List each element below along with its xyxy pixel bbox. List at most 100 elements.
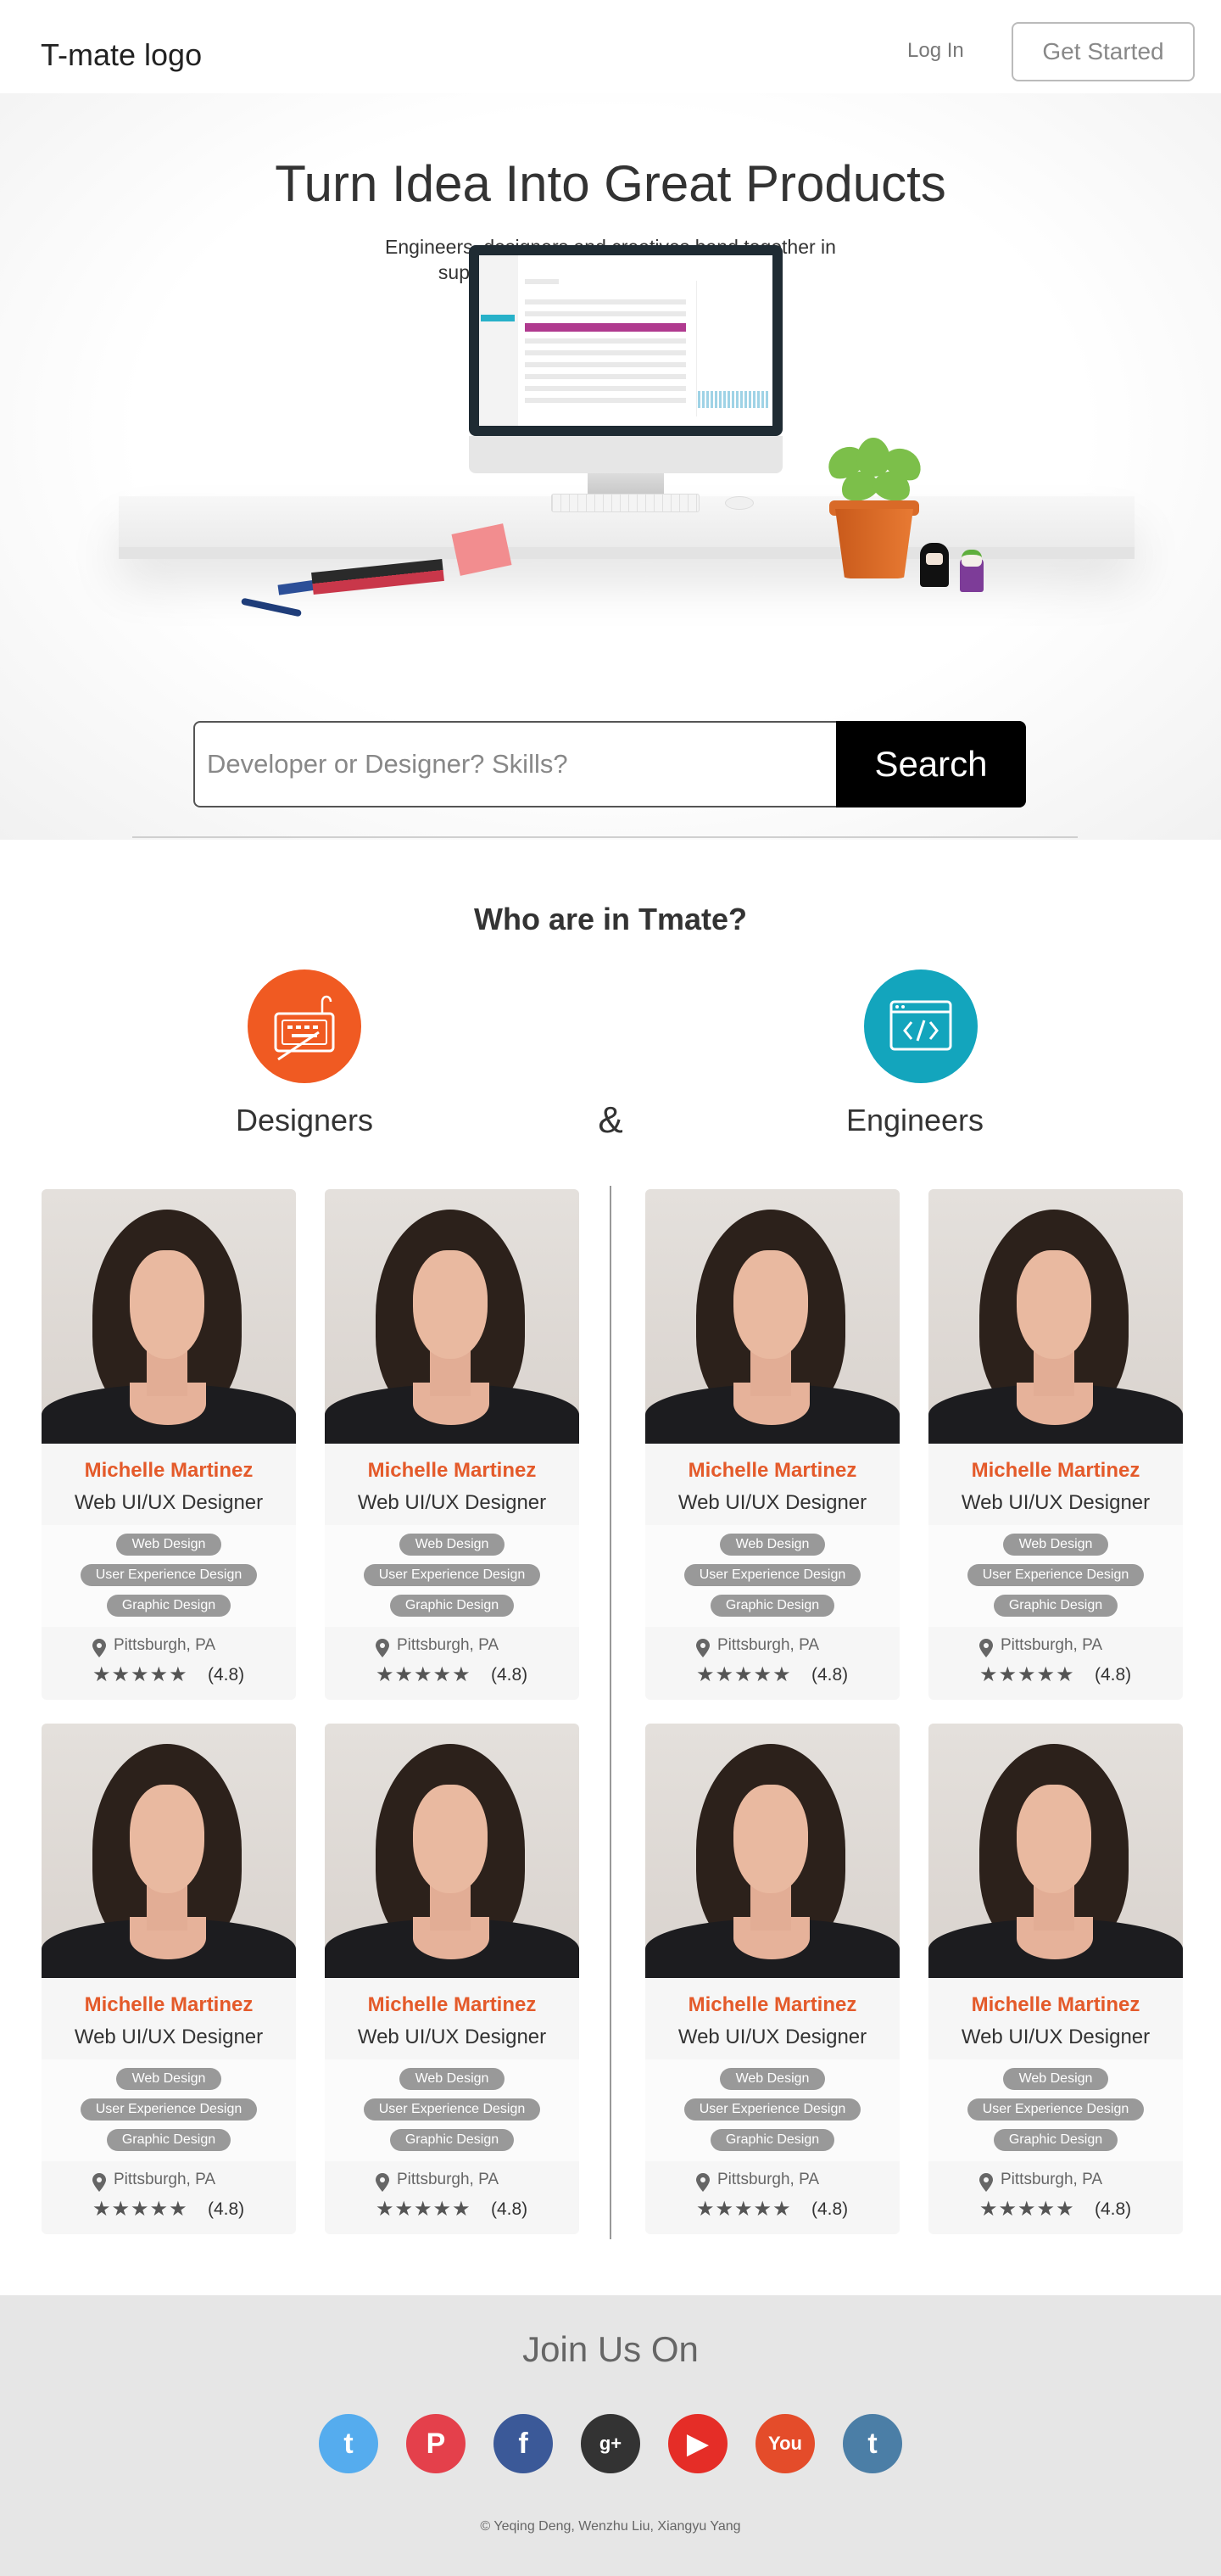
screen-highlight-row [525, 323, 686, 332]
skill-tag[interactable]: Graphic Design [711, 2129, 834, 2151]
profile-photo[interactable] [325, 1189, 579, 1444]
screen-bar-chart [698, 391, 770, 408]
toy-figure-head [962, 550, 982, 567]
profile-location: Pittsburgh, PA [717, 1636, 820, 1654]
monitor-screen [479, 255, 772, 426]
skill-tags: Web Design User Experience Design Graphic … [325, 1525, 579, 1627]
pinterest-icon[interactable]: P [406, 2414, 466, 2473]
designers-icon[interactable] [248, 969, 361, 1083]
google-plus-icon[interactable]: g+ [581, 2414, 640, 2473]
rating-value: (4.8) [491, 2199, 528, 2219]
skill-tag[interactable]: Graphic Design [994, 2129, 1118, 2151]
profile-title: Web UI/UX Designer [961, 2026, 1151, 2048]
profile-card[interactable]: Michelle Martinez Web UI/UX Designer Web D… [42, 1189, 296, 1700]
profile-name[interactable]: Michelle Martinez [645, 1459, 900, 1483]
profile-location: Pittsburgh, PA [1001, 1636, 1103, 1654]
skill-tag[interactable]: User Experience Design [967, 1564, 1144, 1586]
skill-tag[interactable]: User Experience Design [81, 2098, 257, 2121]
profile-card[interactable]: Michelle Martinez Web UI/UX Designer Web D… [645, 1724, 900, 2234]
profile-location: Pittsburgh, PA [114, 1636, 216, 1654]
skill-tag[interactable]: Web Design [720, 1534, 825, 1556]
skill-tag[interactable]: Web Design [720, 2068, 825, 2090]
profile-card[interactable]: Michelle Martinez Web UI/UX Designer Web D… [42, 1724, 296, 2234]
hero-title: Turn Idea Into Great Products [275, 155, 946, 212]
star-rating-icon: ★★★★★ [696, 2198, 792, 2221]
youtube-text-icon[interactable]: You [755, 2414, 815, 2473]
get-started-button[interactable]: Get Started [1012, 22, 1195, 81]
facebook-icon[interactable]: f [493, 2414, 553, 2473]
photo-face [733, 1250, 808, 1359]
profile-name[interactable]: Michelle Martinez [325, 1993, 579, 2017]
monitor-chin [469, 436, 783, 473]
profile-card[interactable]: Michelle Martinez Web UI/UX Designer Web D… [928, 1724, 1183, 2234]
profile-location: Pittsburgh, PA [717, 2171, 820, 2188]
engineers-icon[interactable] [864, 969, 978, 1083]
profile-card[interactable]: Michelle Martinez Web UI/UX Designer Web D… [325, 1724, 579, 2234]
login-link[interactable]: Log In [907, 39, 964, 63]
skill-tag[interactable]: User Experience Design [364, 2098, 540, 2121]
location-pin-icon [92, 2173, 106, 2192]
skill-tag[interactable]: Graphic Design [107, 1595, 231, 1617]
profile-photo[interactable] [928, 1189, 1183, 1444]
profile-name[interactable]: Michelle Martinez [928, 1459, 1183, 1483]
search-button[interactable]: Search [836, 721, 1026, 807]
skill-tag[interactable]: Web Design [1003, 1534, 1108, 1556]
skill-tag[interactable]: Web Design [116, 1534, 221, 1556]
location-pin-icon [376, 2173, 389, 2192]
logo[interactable]: T-mate logo [41, 37, 202, 73]
skill-tag[interactable]: Web Design [116, 2068, 221, 2090]
skill-tag[interactable]: User Experience Design [684, 1564, 861, 1586]
location-pin-icon [979, 1639, 993, 1657]
location-pin-icon [979, 2173, 993, 2192]
skill-tag[interactable]: User Experience Design [81, 1564, 257, 1586]
keyboard-icon [274, 995, 335, 1061]
profile-title: Web UI/UX Designer [357, 2026, 547, 2048]
rating-value: (4.8) [491, 1665, 528, 1685]
profile-name[interactable]: Michelle Martinez [42, 1459, 296, 1483]
youtube-icon[interactable]: ▶ [668, 2414, 728, 2473]
star-rating-icon: ★★★★★ [92, 2198, 188, 2221]
skill-tag[interactable]: Graphic Design [994, 1595, 1118, 1617]
search-input[interactable] [193, 721, 838, 807]
profile-card[interactable]: Michelle Martinez Web UI/UX Designer Web D… [325, 1189, 579, 1700]
profile-name[interactable]: Michelle Martinez [645, 1993, 900, 2017]
photo-face [130, 1785, 204, 1893]
skill-tag[interactable]: Web Design [399, 1534, 505, 1556]
skill-tag[interactable]: User Experience Design [364, 1564, 540, 1586]
profile-name[interactable]: Michelle Martinez [325, 1459, 579, 1483]
profile-title: Web UI/UX Designer [677, 1491, 867, 1514]
profile-card[interactable]: Michelle Martinez Web UI/UX Designer Web D… [645, 1189, 900, 1700]
profile-photo[interactable] [645, 1189, 900, 1444]
engineers-label: Engineers [845, 1103, 984, 1137]
skill-tag[interactable]: Web Design [1003, 2068, 1108, 2090]
screen-row [525, 398, 686, 403]
twitter-icon[interactable]: t [319, 2414, 378, 2473]
star-rating-icon: ★★★★★ [696, 1663, 792, 1686]
profile-name[interactable]: Michelle Martinez [928, 1993, 1183, 2017]
star-rating-icon: ★★★★★ [979, 2198, 1075, 2221]
skill-tag[interactable]: Web Design [399, 2068, 505, 2090]
photo-face [733, 1785, 808, 1893]
profile-photo[interactable] [42, 1189, 296, 1444]
profile-photo[interactable] [928, 1724, 1183, 1978]
skill-tag[interactable]: User Experience Design [684, 2098, 861, 2121]
skill-tag[interactable]: Graphic Design [390, 1595, 514, 1617]
profile-photo[interactable] [325, 1724, 579, 1978]
skill-tag[interactable]: Graphic Design [390, 2129, 514, 2151]
screen-row [525, 299, 686, 305]
profile-title: Web UI/UX Designer [74, 1491, 264, 1514]
profile-photo[interactable] [42, 1724, 296, 1978]
skill-tag[interactable]: Graphic Design [107, 2129, 231, 2151]
location-pin-icon [696, 1639, 710, 1657]
star-rating-icon: ★★★★★ [92, 1663, 188, 1686]
skill-tags: Web Design User Experience Design Graphic … [645, 2059, 900, 2161]
profile-photo[interactable] [645, 1724, 900, 1978]
skill-tag[interactable]: Graphic Design [711, 1595, 834, 1617]
rating-value: (4.8) [208, 2199, 245, 2219]
profile-card[interactable]: Michelle Martinez Web UI/UX Designer Web D… [928, 1189, 1183, 1700]
profile-name[interactable]: Michelle Martinez [42, 1993, 296, 2017]
skill-tags: Web Design User Experience Design Graphic … [42, 2059, 296, 2161]
skill-tag[interactable]: User Experience Design [967, 2098, 1144, 2121]
search-bar: Search [193, 721, 1026, 807]
tumblr-icon[interactable]: t [843, 2414, 902, 2473]
